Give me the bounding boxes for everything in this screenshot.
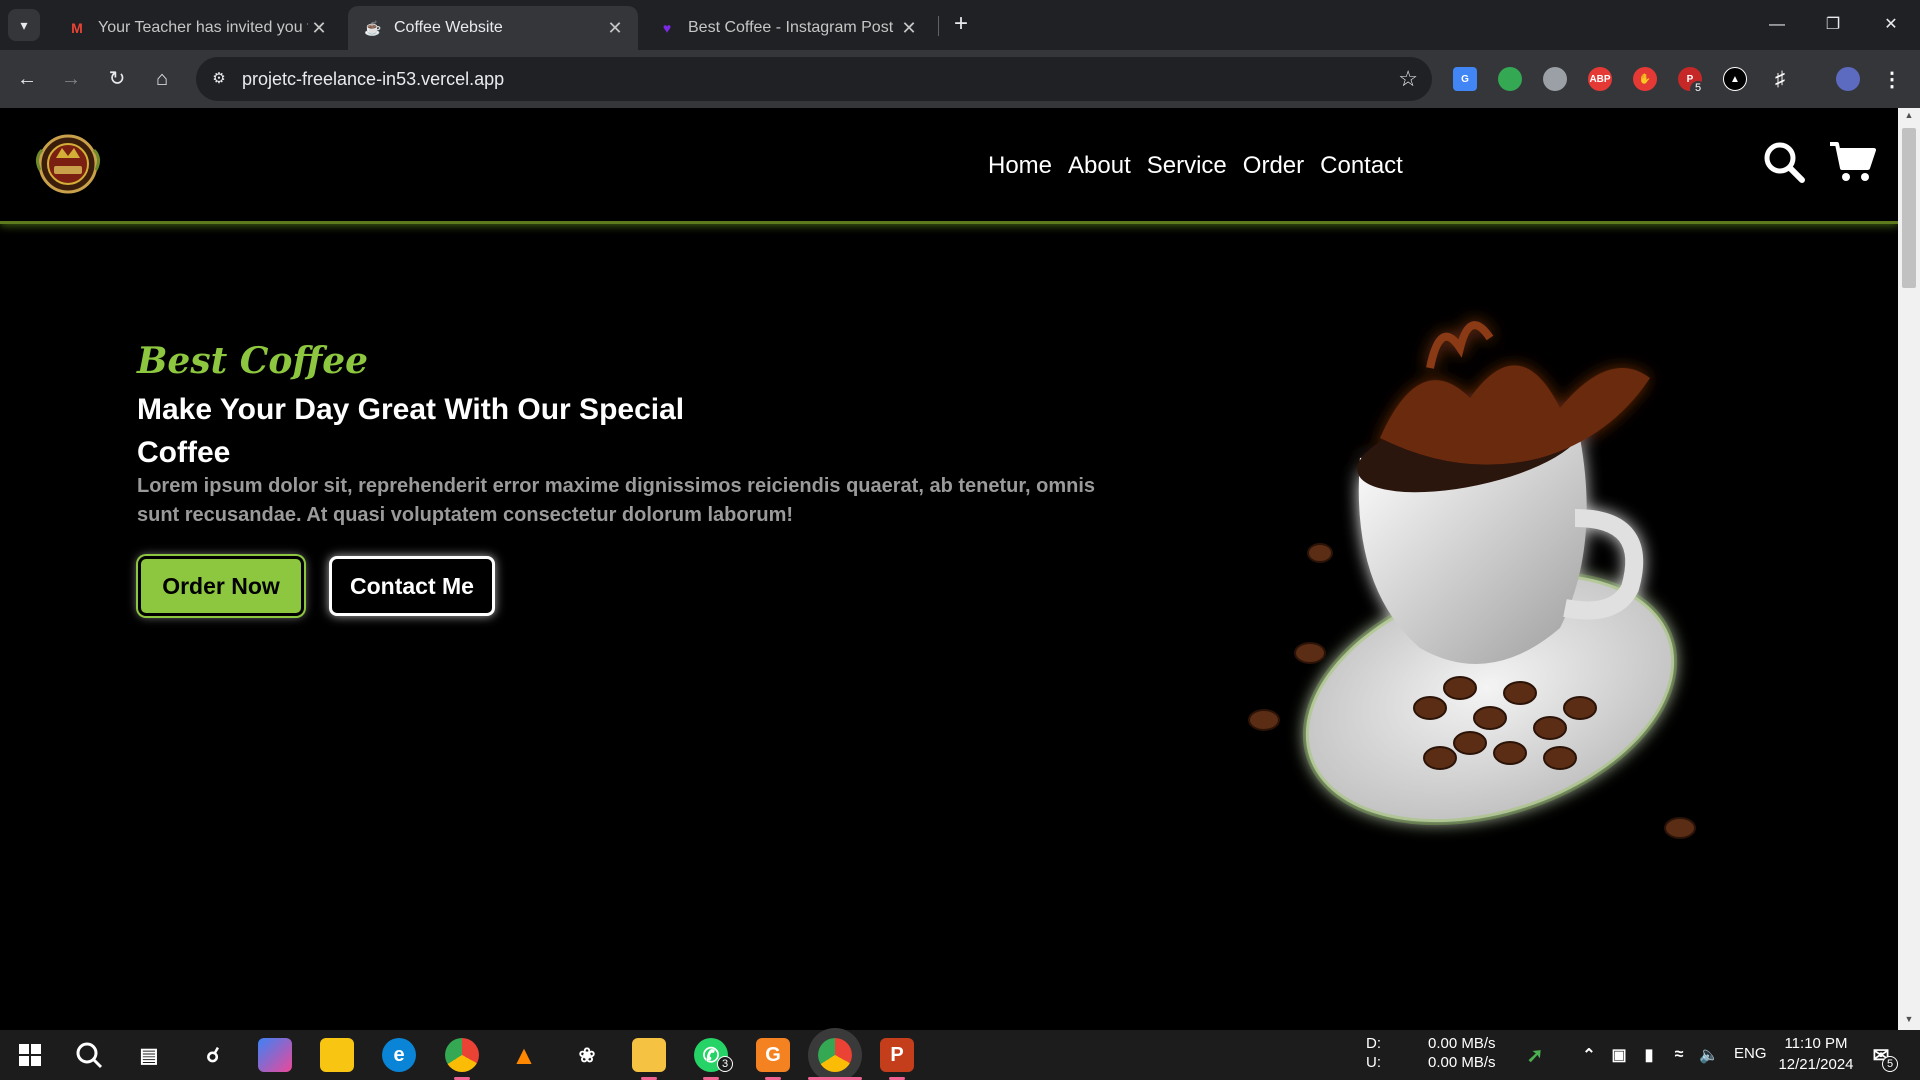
file-explorer-icon[interactable] — [632, 1038, 666, 1072]
contact-me-button[interactable]: Contact Me — [329, 556, 495, 616]
vlc-icon[interactable]: ▲ — [507, 1038, 541, 1072]
task-view-icon[interactable]: ▤ — [132, 1038, 166, 1072]
coffee-website: Home About Service Order Contact Best Co… — [0, 108, 1898, 1030]
extension-globe-icon[interactable] — [1543, 67, 1567, 91]
page-scrollbar[interactable]: ▲ ▼ — [1898, 108, 1920, 1030]
reload-icon[interactable]: ↻ — [102, 64, 132, 94]
canva-icon: ♥ — [662, 20, 672, 36]
copilot-icon[interactable] — [258, 1038, 292, 1072]
browser-toolbar: ← → ↻ ⌂ ⚙ projetc-freelance-in53.vercel.… — [0, 50, 1920, 108]
clock-date[interactable]: 12/21/2024 — [1774, 1056, 1858, 1073]
close-tab-icon[interactable]: ✕ — [604, 17, 626, 39]
home-icon[interactable]: ⌂ — [147, 64, 177, 94]
notification-badge: 5 — [1882, 1056, 1898, 1072]
volume-icon[interactable]: 🔈 — [1692, 1038, 1726, 1072]
site-info-icon[interactable]: ⚙ — [208, 68, 230, 90]
tab-title: Best Coffee - Instagram Post - C — [688, 19, 898, 36]
nav-about[interactable]: About — [1068, 152, 1131, 180]
search-taskbar-icon[interactable] — [72, 1038, 106, 1072]
camera-icon[interactable]: ▣ — [1602, 1038, 1636, 1072]
tab-title: Coffee Website — [394, 19, 503, 36]
tab-title: Your Teacher has invited you to — [98, 19, 308, 36]
extensions-puzzle-icon[interactable]: ♯ — [1768, 67, 1792, 91]
sticky-notes-icon[interactable] — [320, 1038, 354, 1072]
back-icon[interactable]: ← — [12, 64, 42, 94]
hero-eyebrow: Best Coffee — [137, 340, 369, 382]
scroll-up-icon[interactable]: ▲ — [1903, 110, 1915, 120]
net-upload-speed: 0.00 MB/s — [1428, 1054, 1496, 1071]
bookmark-star-icon[interactable]: ☆ — [1398, 66, 1418, 92]
clock-time[interactable]: 11:10 PM — [1782, 1035, 1850, 1052]
nav-service[interactable]: Service — [1147, 152, 1227, 180]
tab-search-button[interactable]: ▾ — [8, 9, 40, 41]
search-icon[interactable] — [1762, 140, 1806, 184]
url-text[interactable]: projetc-freelance-in53.vercel.app — [242, 69, 504, 90]
profile-avatar[interactable] — [1836, 67, 1860, 91]
scroll-thumb[interactable] — [1902, 128, 1916, 288]
minimize-icon[interactable]: — — [1762, 10, 1792, 40]
cart-icon[interactable] — [1828, 140, 1876, 184]
adblock-plus-icon[interactable]: ABP — [1588, 67, 1612, 91]
extension-globe-green-icon[interactable] — [1498, 67, 1522, 91]
address-bar[interactable]: ⚙ projetc-freelance-in53.vercel.app ☆ — [196, 57, 1432, 101]
network-graph-icon[interactable]: ➚ — [1518, 1038, 1552, 1072]
scroll-down-icon[interactable]: ▼ — [1903, 1014, 1915, 1024]
windows-start-icon[interactable] — [13, 1038, 47, 1072]
nav-order[interactable]: Order — [1243, 152, 1304, 180]
show-hidden-icons-icon[interactable]: ⌃ — [1572, 1038, 1606, 1072]
close-tab-icon[interactable]: ✕ — [898, 17, 920, 39]
close-window-icon[interactable]: ✕ — [1876, 10, 1906, 40]
hero-title: Make Your Day Great With Our Special Cof… — [137, 393, 685, 469]
nav-contact[interactable]: Contact — [1320, 152, 1403, 180]
edge-icon[interactable]: e — [382, 1038, 416, 1072]
app-g-icon[interactable]: G — [756, 1038, 790, 1072]
extension-triangle-icon[interactable]: ▲ — [1723, 67, 1747, 91]
order-now-button[interactable]: Order Now — [138, 556, 304, 616]
powerpoint-icon[interactable]: P — [880, 1038, 914, 1072]
coffee-logo[interactable] — [28, 128, 108, 198]
tab-separator — [938, 16, 939, 36]
gmail-icon: M — [71, 20, 83, 36]
battery-icon[interactable]: ▮ — [1632, 1038, 1666, 1072]
net-download-speed: 0.00 MB/s — [1428, 1035, 1496, 1052]
whatsapp-badge: 3 — [717, 1056, 733, 1072]
extension-badge: 5 — [1690, 81, 1706, 97]
google-translate-icon[interactable]: G — [1453, 67, 1477, 91]
tab-strip: ▾ M Your Teacher has invited you to ✕ ☕ … — [0, 0, 1920, 50]
net-download-label: D: — [1366, 1035, 1381, 1052]
main-nav: Home About Service Order Contact — [988, 152, 1403, 180]
site-header: Home About Service Order Contact — [0, 108, 1898, 224]
extension-hand-icon[interactable]: ✋ — [1633, 67, 1657, 91]
close-tab-icon[interactable]: ✕ — [308, 17, 330, 39]
tab-coffee-website[interactable]: ☕ Coffee Website ✕ — [348, 6, 638, 50]
paint-app-icon[interactable]: ❀ — [570, 1038, 604, 1072]
coffee-cup-image — [1248, 321, 1696, 839]
windows-taskbar: ▤ ☌ e ▲ ❀ ✆ 3 G P D: U: 0.00 MB/s 0.00 M… — [0, 1030, 1920, 1080]
chrome-menu-icon[interactable]: ⋮ — [1880, 67, 1904, 91]
new-tab-button[interactable]: + — [948, 12, 974, 38]
language-indicator[interactable]: ENG — [1734, 1045, 1767, 1062]
hero-description: Lorem ipsum dolor sit, reprehenderit err… — [137, 475, 1096, 526]
wifi-icon[interactable]: ≈ — [1662, 1038, 1696, 1072]
restore-icon[interactable]: ❐ — [1818, 10, 1848, 40]
forward-icon[interactable]: → — [56, 64, 86, 94]
tab-gmail[interactable]: M Your Teacher has invited you to ✕ — [52, 6, 342, 50]
net-upload-label: U: — [1366, 1054, 1381, 1071]
nav-home[interactable]: Home — [988, 152, 1052, 180]
chrome-profile-icon[interactable] — [445, 1038, 479, 1072]
coffee-favicon-icon: ☕ — [364, 19, 382, 36]
satellite-app-icon[interactable]: ☌ — [196, 1038, 230, 1072]
tab-canva[interactable]: ♥ Best Coffee - Instagram Post - C ✕ — [642, 6, 932, 50]
chrome-active-icon[interactable] — [818, 1038, 852, 1072]
